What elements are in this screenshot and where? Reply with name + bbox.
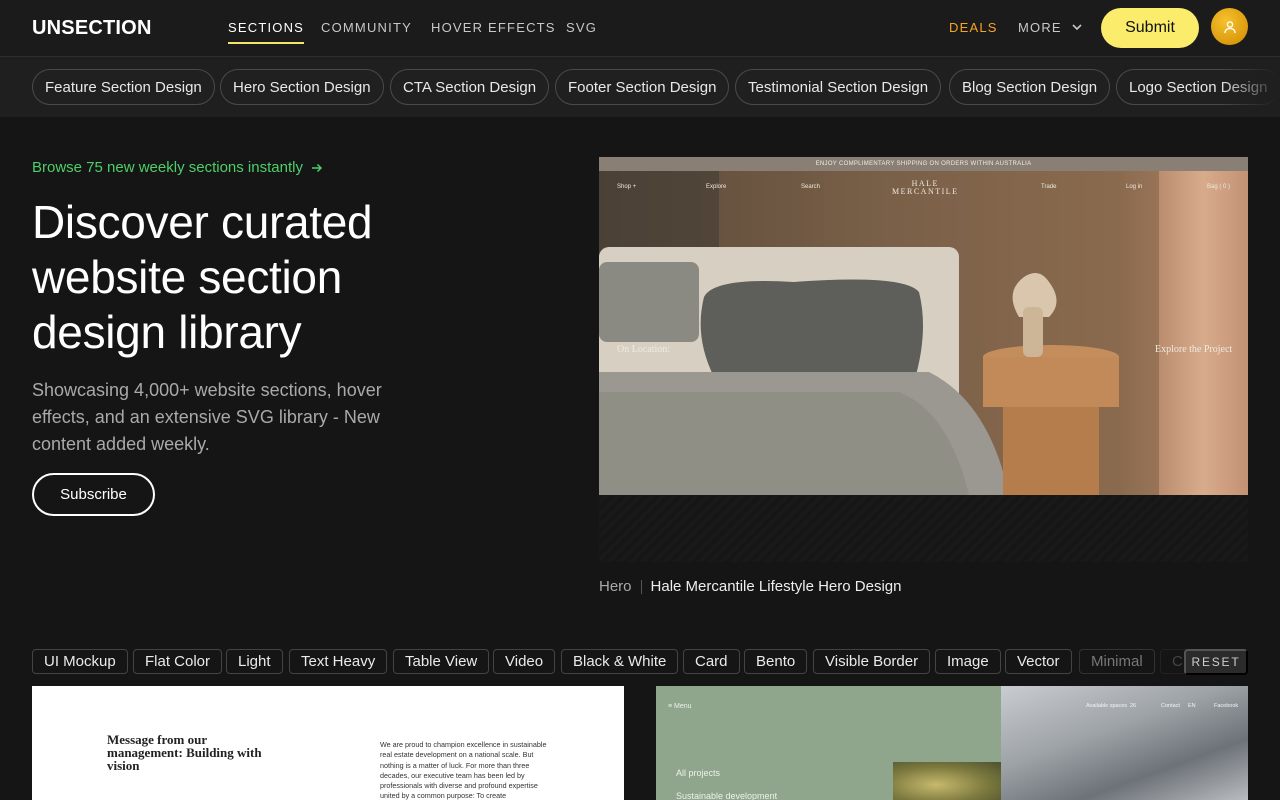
category-chips-row: Feature Section Design Hero Section Desi… [0,57,1280,117]
site-logo[interactable]: UNSECTION [32,17,152,40]
preview-nav-trade: Trade [1041,184,1057,190]
user-icon [1223,20,1236,33]
preview-explore-project: Explore the Project [1155,344,1233,355]
user-avatar[interactable] [1211,8,1248,45]
card2-nav-facebook: Facebook [1214,703,1239,709]
chip-cta-section[interactable]: CTA Section Design [390,69,550,105]
browse-weekly-link[interactable]: Browse 75 new weekly sections instantly [32,159,323,176]
card2-nav-lang: EN [1188,703,1196,709]
preview-on-location: On Location: [617,344,671,355]
chip-footer-section[interactable]: Footer Section Design [555,69,730,105]
filter-bento[interactable]: Bento [744,649,808,674]
nav-svg[interactable]: SVG [566,20,597,35]
filter-video[interactable]: Video [493,649,556,674]
hero-description: Showcasing 4,000+ website sections, hove… [32,380,382,454]
preview-shipping-bar: ENJOY COMPLIMENTARY SHIPPING ON ORDERS W… [599,157,1248,171]
preview-nav-login: Log in [1126,184,1143,190]
featured-caption: Hero Hale Mercantile Lifestyle Hero Desi… [599,578,901,595]
chips-fade-overlay [1220,57,1280,117]
filter-flat-color[interactable]: Flat Color [133,649,223,674]
card2-item-sustainable: Sustainable development [676,791,778,800]
nav-community[interactable]: COMMUNITY [321,20,412,35]
nav-hover-effects[interactable]: HOVER EFFECTS [431,20,556,35]
arrow-right-icon [311,163,323,172]
preview-nav-search: Search [801,184,821,190]
preview-nav-bag: Bag ( 0 ) [1207,184,1231,190]
chip-feature-section[interactable]: Feature Section Design [32,69,215,105]
chip-hero-section[interactable]: Hero Section Design [220,69,384,105]
caption-divider [640,579,642,594]
card2-nav-available: Available spaces [1086,703,1128,709]
preview-bottom-strip [599,495,1248,562]
card2-menu: ≡ Menu [668,703,692,710]
nav-sections[interactable]: SECTIONS [228,20,305,44]
filter-ui-mockup[interactable]: UI Mockup [32,649,128,674]
filter-card[interactable]: Card [683,649,740,674]
chip-blog-section[interactable]: Blog Section Design [949,69,1111,105]
card2-item-all-projects: All projects [676,768,721,778]
filter-visible-border[interactable]: Visible Border [813,649,931,674]
preview-brand-line2: MERCANTILE [892,187,959,196]
preview-nav-shop: Shop + [617,184,637,190]
nav-deals[interactable]: DEALS [949,20,998,35]
card2-nav-contact: Contact [1161,703,1180,709]
preview-brand-logo: HALE MERCANTILE [892,180,959,196]
card2-nav-count: 26 [1130,703,1137,709]
filter-image[interactable]: Image [935,649,1001,674]
more-label: MORE [1018,20,1062,35]
subscribe-button[interactable]: Subscribe [32,473,155,516]
filter-tags-row: UI Mockup Flat Color Light Text Heavy Ta… [32,648,1248,674]
top-navigation-bar: UNSECTION SECTIONS COMMUNITY HOVER EFFEC… [0,0,1280,57]
bedroom-scene-illustration [599,157,1248,495]
nav-more-dropdown[interactable]: MORE [1018,20,1082,35]
gallery-card-message[interactable]: Message from our management: Building wi… [32,686,624,800]
chevron-down-icon [1072,24,1082,31]
filter-table-view[interactable]: Table View [393,649,490,674]
filter-light[interactable]: Light [226,649,283,674]
filter-vector[interactable]: Vector [1005,649,1072,674]
featured-category[interactable]: Hero [599,578,632,595]
reset-filters-button[interactable]: RESET [1184,649,1248,675]
chip-testimonial-section[interactable]: Testimonial Section Design [735,69,942,105]
browse-link-label: Browse 75 new weekly sections instantly [32,159,303,176]
featured-title[interactable]: Hale Mercantile Lifestyle Hero Design [651,578,902,595]
filter-text-heavy[interactable]: Text Heavy [289,649,388,674]
submit-button[interactable]: Submit [1101,8,1199,48]
hero-headline: Discover curated website section design … [32,196,373,358]
card1-body: We are proud to champion excellence in s… [380,740,547,800]
preview-nav-explore: Explore [706,184,727,190]
card1-title: Message from our management: Building wi… [107,732,262,773]
gallery-card-projects[interactable]: ≡ Menu All projects Sustainable developm… [656,686,1248,800]
featured-preview-image[interactable]: ENJOY COMPLIMENTARY SHIPPING ON ORDERS W… [599,157,1248,495]
filter-black-white[interactable]: Black & White [561,649,679,674]
card2-tree-image [893,762,1001,800]
filter-minimal[interactable]: Minimal [1079,649,1155,674]
